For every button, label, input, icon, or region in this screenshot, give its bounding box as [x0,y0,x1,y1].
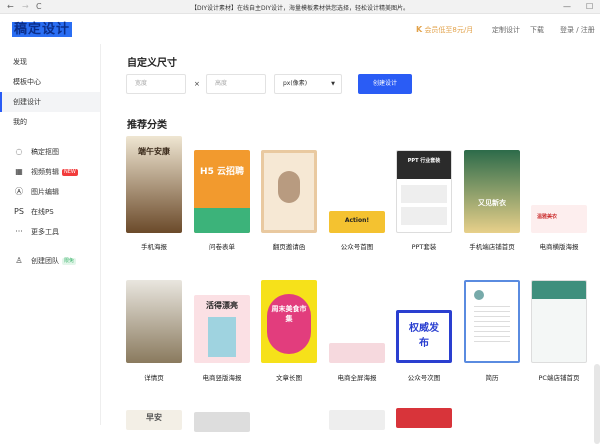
thumb-ppt[interactable]: PPT 行业套装 [396,150,452,233]
times-sign: × [194,80,200,88]
category-label[interactable]: 公众号首图 [322,241,392,251]
login-link[interactable]: 登录 / 注册 [560,25,595,35]
create-design-button[interactable]: 创建设计 [358,74,412,94]
scrollbar[interactable] [594,364,600,444]
tool-image-edit[interactable]: Ⓐ 图片编辑 [13,185,59,199]
chevron-down-icon: ▼ [331,81,335,87]
thumb-text: 权威发布 [409,323,439,349]
thumb-resume[interactable] [464,280,520,363]
category-label[interactable]: 电商横版海报 [524,241,594,251]
tool-cutout[interactable]: ◌ 稿定抠图 [13,145,60,159]
sidebar-item-create[interactable]: 创建设计 [0,92,100,112]
custom-size-title: 自定义尺寸 [127,58,177,69]
height-input[interactable]: 高度 [206,74,266,94]
download-link[interactable]: 下载 [530,25,544,35]
thumb-text: 又见新衣 [478,199,506,207]
custom-design-link[interactable]: 定制设计 [492,25,520,35]
film-icon: ▦ [15,167,23,176]
create-team[interactable]: ♙ 创建团队 限免 [13,254,77,268]
category-label[interactable]: 文章长图 [254,372,324,382]
thumb-text: 早安 [146,413,162,422]
tool-more[interactable]: ··· 更多工具 [13,225,59,239]
thumb-survey[interactable]: H5 云招聘 [194,150,250,233]
sidebar-item-discover[interactable]: 发现 [0,52,100,72]
thumb-vertical-poster[interactable]: 活得漂亮 [194,295,250,363]
category-label[interactable]: 问卷表单 [187,241,257,251]
sidebar: 发现 模板中心 创建设计 我的 ◌ 稿定抠图 ▦ 视频剪辑 NEW Ⓐ 图片编辑 PS 在… [0,44,101,425]
thumb-partial[interactable]: 早安 [126,410,182,430]
free-badge: 限免 [62,257,77,265]
thumb-pc-shop[interactable] [531,280,587,363]
category-label[interactable]: 详情页 [119,372,189,382]
tool-label: 稿定抠图 [31,148,59,156]
main-content: 自定义尺寸 宽度 × 高度 px(像素) ▼ 创建设计 推荐分类 端午安康 H5 … [101,44,600,444]
unit-select[interactable]: px(像素) ▼ [274,74,342,94]
thumb-long-article[interactable]: 周末美食市集 [261,280,317,363]
thumb-mobile-shop[interactable]: 又见新衣 [464,150,520,233]
cutout-icon: ◌ [15,147,23,156]
recommend-title: 推荐分类 [127,120,167,131]
image-edit-icon: Ⓐ [15,187,23,196]
logo[interactable]: 稿定设计 [12,22,73,37]
thumb-text: 温雅美衣 [537,214,558,220]
tool-label: 在线PS [31,208,54,216]
category-label[interactable]: 手机端店铺首页 [457,241,527,251]
thumb-partial[interactable] [329,410,385,430]
category-label[interactable]: 手机海报 [119,241,189,251]
category-label[interactable]: 电商全屏海报 [322,372,392,382]
tool-label: 视频剪辑 [31,168,59,176]
category-label[interactable]: PC端店铺首页 [524,372,594,382]
tool-video[interactable]: ▦ 视频剪辑 NEW [13,165,78,179]
thumb-text: 周末美食市集 [271,305,307,323]
category-label[interactable]: 翻页邀请函 [254,241,324,251]
category-label[interactable]: 电商竖版海报 [187,372,257,382]
thumb-detail-page[interactable] [126,280,182,363]
sidebar-item-templates[interactable]: 模板中心 [0,72,100,92]
category-label[interactable]: 简历 [457,372,527,382]
category-label[interactable]: 公众号次图 [389,372,459,382]
more-icon: ··· [15,227,23,236]
tool-label: 图片编辑 [31,188,59,196]
thumb-phone-poster[interactable]: 端午安康 [126,136,182,233]
thumb-text: Action! [344,217,370,224]
thumb-invitation[interactable] [261,150,317,233]
width-input[interactable]: 宽度 [126,74,186,94]
thumb-fullscreen-poster[interactable] [329,343,385,363]
thumb-wechat-header[interactable]: Action! [329,211,385,233]
thumb-partial[interactable] [396,408,452,428]
new-badge: NEW [62,168,78,176]
tool-ps[interactable]: PS 在线PS [13,205,54,219]
minimize-button[interactable]: — [563,2,571,11]
thumb-text: PPT 行业套装 [407,158,441,164]
thumb-banner[interactable]: 温雅美衣 [531,205,587,233]
thumb-text: 端午安康 [138,147,170,156]
thumb-partial[interactable] [194,412,250,432]
vip-link[interactable]: K 会员低至8元/月 [416,25,473,35]
window-title: 【DIY设计素材】在线自主DIY设计，海量模板素材供您选择，轻松设计精美图片。 [190,5,410,12]
team-icon: ♙ [15,256,23,265]
thumb-wechat-secondary[interactable]: 权威发布 [396,310,452,363]
category-label[interactable]: PPT套装 [389,241,459,251]
tool-label: 更多工具 [31,228,59,236]
thumb-text: 活得漂亮 [206,301,238,310]
unit-value: px(像素) [283,80,308,87]
site-header: 稿定设计 K 会员低至8元/月 定制设计 下载 登录 / 注册 [0,14,600,44]
maximize-button[interactable]: ☐ [586,2,593,11]
thumb-text: H5 云招聘 [200,167,244,177]
sidebar-item-mine[interactable]: 我的 [0,112,100,132]
tool-label: 创建团队 [31,257,59,265]
browser-titlebar: ← → C 【DIY设计素材】在线自主DIY设计，海量模板素材供您选择，轻松设计… [0,0,600,14]
vip-icon: K [416,25,423,34]
ps-icon: PS [14,207,24,216]
vip-label: 会员低至8元/月 [424,26,474,34]
